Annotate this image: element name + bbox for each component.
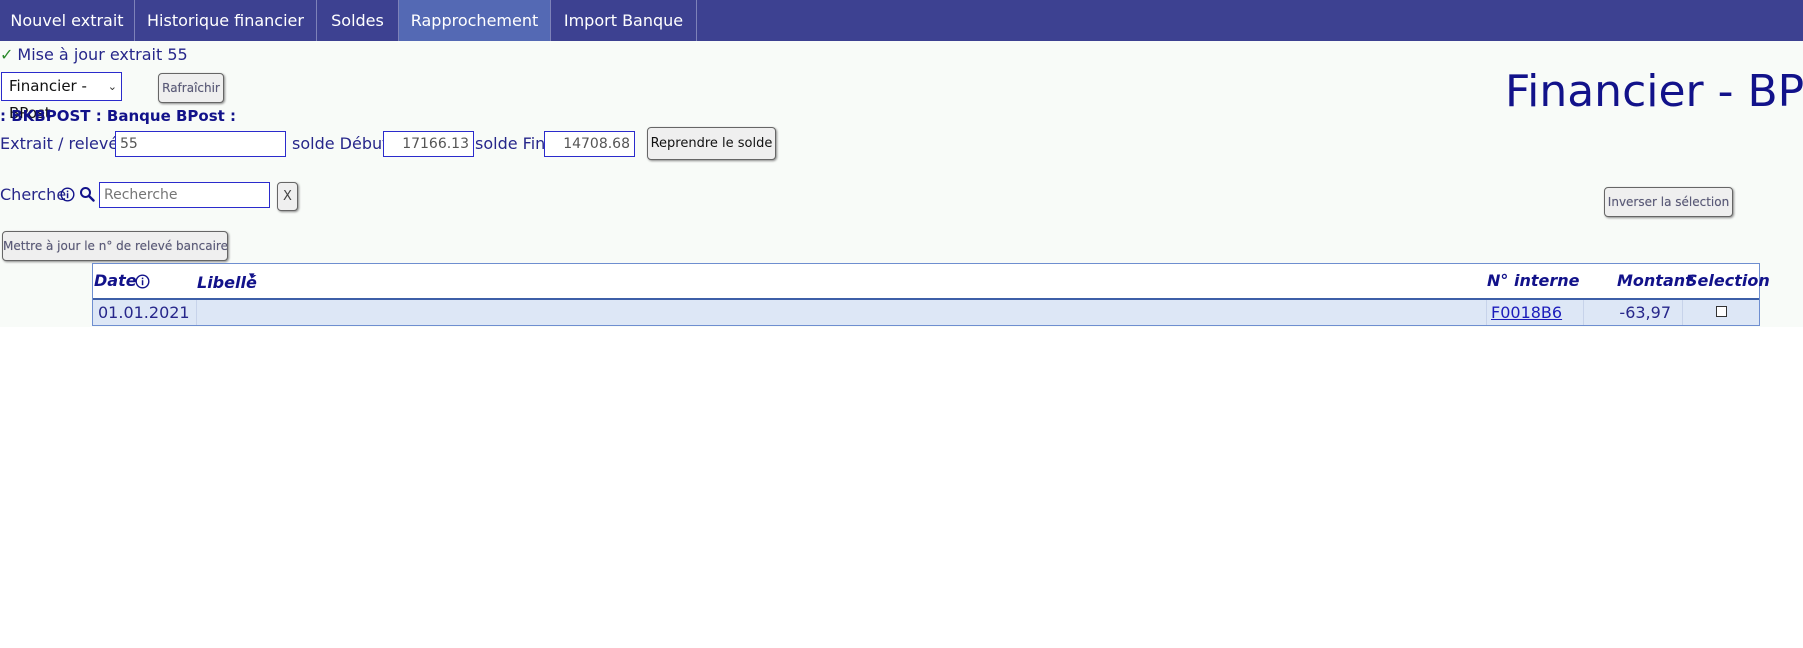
transactions-table: Date Libellé ▾ N° interne Montant Select… (92, 263, 1770, 326)
tab-historique-financier[interactable]: Historique financier (135, 0, 317, 41)
row-date: 01.01.2021 (98, 303, 190, 322)
row-internal-number[interactable]: F0018B6 (1491, 300, 1581, 325)
chevron-down-icon: ⌄ (107, 80, 117, 93)
tab-soldes[interactable]: Soldes (317, 0, 399, 41)
column-header-amount[interactable]: Montant (1617, 271, 1693, 290)
row-select-checkbox[interactable] (1716, 306, 1727, 317)
info-icon[interactable] (60, 187, 75, 202)
table-header: Date Libellé ▾ N° interne Montant Select… (93, 264, 1770, 300)
column-header-date[interactable]: Date (94, 271, 137, 290)
invert-selection-button[interactable]: Inverser la sélection (1604, 187, 1733, 217)
start-balance-label: solde Début (292, 134, 389, 153)
search-icon (80, 187, 95, 202)
statement-label: Extrait / relevé : (0, 134, 129, 153)
check-icon: ✓ (0, 45, 14, 64)
page-title: Financier - BPost (1505, 66, 1803, 117)
resume-balance-button[interactable]: Reprendre le solde (647, 127, 776, 160)
row-libelle (201, 300, 1481, 325)
cell-divider (1486, 300, 1487, 325)
bank-info: : BKBPOST : Banque BPost : (0, 107, 237, 125)
status-text: Mise à jour extrait 55 (17, 45, 188, 64)
start-balance-field[interactable]: 17166.13 (383, 131, 474, 157)
column-header-libelle[interactable]: Libellé (197, 273, 257, 292)
internal-number-link[interactable]: F0018B6 (1491, 303, 1562, 322)
update-statement-number-button[interactable]: Mettre à jour le n° de relevé bancaire (2, 231, 228, 261)
row-amount: -63,97 (1619, 303, 1671, 322)
column-header-internal-number[interactable]: N° interne (1487, 271, 1579, 290)
table-row[interactable]: 01.01.2021 F0018B6 -63,97 (93, 300, 1759, 325)
top-navigation: Nouvel extrait Historique financier Sold… (0, 0, 1803, 41)
search-input[interactable] (99, 182, 270, 208)
statement-number-field[interactable]: 55 (115, 131, 286, 157)
search-label: Cherche (0, 185, 67, 204)
tab-nouvel-extrait[interactable]: Nouvel extrait (0, 0, 135, 41)
cell-divider (1583, 300, 1584, 325)
clear-search-button[interactable]: X (277, 182, 298, 211)
column-header-selection[interactable]: Selection (1686, 271, 1770, 290)
sort-arrow-icon[interactable]: ▾ (249, 269, 255, 282)
cell-divider (1682, 300, 1683, 325)
end-balance-label: solde Fin (475, 134, 546, 153)
refresh-button[interactable]: Rafraîchir (158, 73, 224, 103)
cell-divider (196, 300, 197, 325)
date-info-icon[interactable] (135, 274, 150, 289)
end-balance-field[interactable]: 14708.68 (544, 131, 635, 157)
tab-rapprochement[interactable]: Rapprochement (399, 0, 551, 41)
tab-import-banque[interactable]: Import Banque (551, 0, 697, 41)
status-message: ✓ Mise à jour extrait 55 (0, 45, 188, 64)
journal-select[interactable]: Financier - BPost ⌄ (1, 72, 122, 122)
